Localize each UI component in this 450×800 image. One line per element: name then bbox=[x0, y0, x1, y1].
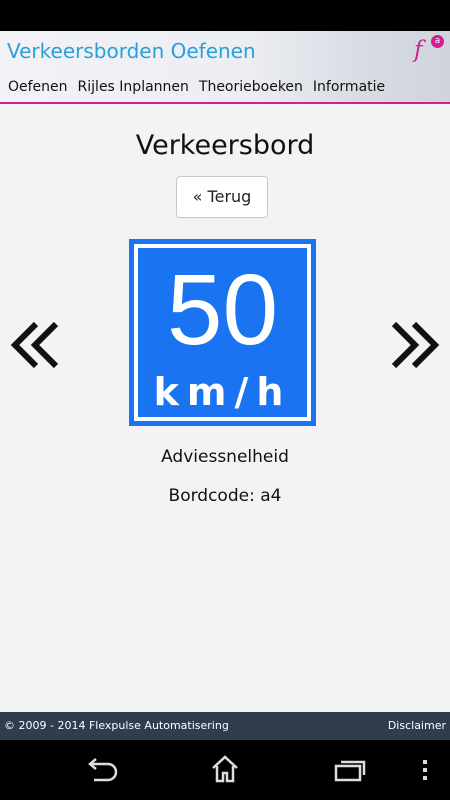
app-header: Verkeersborden Oefenen f a Oefenen Rijle… bbox=[0, 31, 450, 104]
logo-badge: a bbox=[431, 35, 444, 48]
sign-number: 50 bbox=[167, 254, 278, 366]
recent-apps-icon[interactable] bbox=[334, 760, 366, 782]
next-sign-icon[interactable] bbox=[390, 320, 440, 370]
back-icon[interactable] bbox=[84, 758, 118, 782]
nav-oefenen[interactable]: Oefenen bbox=[8, 79, 68, 95]
back-button[interactable]: « Terug bbox=[176, 176, 268, 218]
traffic-sign-a4: 50 km/h bbox=[129, 239, 316, 426]
copyright-text: © 2009 - 2014 Flexpulse Automatisering bbox=[4, 719, 229, 732]
disclaimer-link[interactable]: Disclaimer bbox=[388, 719, 446, 732]
status-bar bbox=[0, 0, 450, 31]
main-nav: Oefenen Rijles Inplannen Theorieboeken I… bbox=[8, 79, 385, 95]
system-nav-bar bbox=[0, 740, 450, 800]
sign-unit: km/h bbox=[154, 370, 292, 414]
app-title: Verkeersborden Oefenen bbox=[7, 39, 256, 63]
footer: © 2009 - 2014 Flexpulse Automatisering D… bbox=[0, 712, 450, 740]
overflow-menu-icon[interactable] bbox=[421, 759, 429, 781]
previous-sign-icon[interactable] bbox=[10, 320, 60, 370]
sign-name: Adviessnelheid bbox=[161, 447, 289, 467]
home-icon[interactable] bbox=[210, 754, 240, 784]
page-title: Verkeersbord bbox=[135, 130, 315, 161]
nav-rijles-inplannen[interactable]: Rijles Inplannen bbox=[78, 79, 189, 95]
logo-letter: f bbox=[414, 37, 423, 63]
nav-theorieboeken[interactable]: Theorieboeken bbox=[199, 79, 303, 95]
sign-code: Bordcode: a4 bbox=[168, 486, 282, 506]
nav-informatie[interactable]: Informatie bbox=[313, 79, 385, 95]
flexpulse-logo[interactable]: f a bbox=[414, 35, 444, 67]
